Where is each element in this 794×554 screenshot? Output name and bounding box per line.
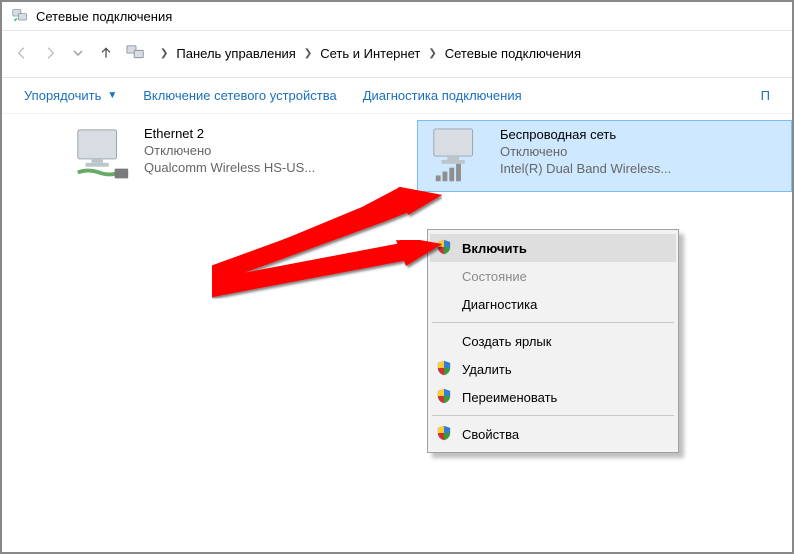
breadcrumb-mid[interactable]: Сеть и Интернет [316, 42, 424, 65]
context-separator [432, 322, 674, 323]
breadcrumb-root[interactable]: Панель управления [172, 42, 299, 65]
chevron-right-icon: ❯ [428, 48, 436, 59]
nav-back-button[interactable] [8, 39, 36, 67]
context-menu: Включить Состояние Диагностика Создать я… [427, 229, 679, 453]
context-diagnose-label: Диагностика [462, 297, 537, 312]
wireless-adapter-icon [428, 127, 490, 185]
connections-pane: Ethernet 2 Отключено Qualcomm Wireless H… [2, 114, 792, 192]
toolbar-truncated[interactable]: П [761, 88, 770, 103]
context-delete-label: Удалить [462, 362, 512, 377]
context-shortcut-label: Создать ярлык [462, 334, 551, 349]
enable-device-button[interactable]: Включение сетевого устройства [143, 88, 336, 103]
context-diagnose[interactable]: Диагностика [430, 290, 676, 318]
annotation-arrow [212, 240, 442, 300]
network-connections-icon [12, 8, 28, 24]
ethernet-adapter-icon [72, 126, 134, 184]
context-properties-label: Свойства [462, 427, 519, 442]
context-delete[interactable]: Удалить [430, 355, 676, 383]
breadcrumb-leaf[interactable]: Сетевые подключения [441, 42, 585, 65]
chevron-down-icon: ▼ [107, 90, 117, 101]
context-enable-label: Включить [462, 241, 527, 256]
connection-status: Отключено [144, 143, 315, 158]
connection-item-ethernet[interactable]: Ethernet 2 Отключено Qualcomm Wireless H… [62, 120, 437, 192]
nav-forward-button[interactable] [36, 39, 64, 67]
shield-icon [436, 388, 454, 406]
organize-button[interactable]: Упорядочить ▼ [24, 88, 117, 103]
shield-icon [436, 425, 454, 443]
context-rename-label: Переименовать [462, 390, 557, 405]
connection-status: Отключено [500, 144, 671, 159]
diagnose-connection-button[interactable]: Диагностика подключения [363, 88, 522, 103]
context-status-label: Состояние [462, 269, 527, 284]
context-properties[interactable]: Свойства [430, 420, 676, 448]
context-enable[interactable]: Включить [430, 234, 676, 262]
context-create-shortcut[interactable]: Создать ярлык [430, 327, 676, 355]
organize-label: Упорядочить [24, 88, 101, 103]
context-separator [432, 415, 674, 416]
context-status: Состояние [430, 262, 676, 290]
shield-icon [436, 360, 454, 378]
titlebar: Сетевые подключения [2, 2, 792, 31]
chevron-right-icon: ❯ [304, 48, 312, 59]
nav-up-button[interactable] [92, 39, 120, 67]
annotation-arrow [212, 187, 442, 282]
shield-icon [436, 239, 454, 257]
connection-name: Беспроводная сеть [500, 127, 671, 142]
window-title: Сетевые подключения [36, 9, 172, 24]
nav-recent-dropdown[interactable] [64, 39, 92, 67]
context-rename[interactable]: Переименовать [430, 383, 676, 411]
address-bar: ❯ Панель управления ❯ Сеть и Интернет ❯ … [2, 31, 792, 78]
connection-item-wireless[interactable]: Беспроводная сеть Отключено Intel(R) Dua… [417, 120, 792, 192]
breadcrumb-icon [126, 44, 146, 62]
chevron-right-icon: ❯ [160, 48, 168, 59]
connection-device: Qualcomm Wireless HS-US... [144, 160, 315, 175]
breadcrumb: ❯ Панель управления ❯ Сеть и Интернет ❯ … [156, 42, 585, 65]
connection-device: Intel(R) Dual Band Wireless... [500, 161, 671, 176]
toolbar: Упорядочить ▼ Включение сетевого устройс… [2, 78, 792, 114]
connection-name: Ethernet 2 [144, 126, 315, 141]
